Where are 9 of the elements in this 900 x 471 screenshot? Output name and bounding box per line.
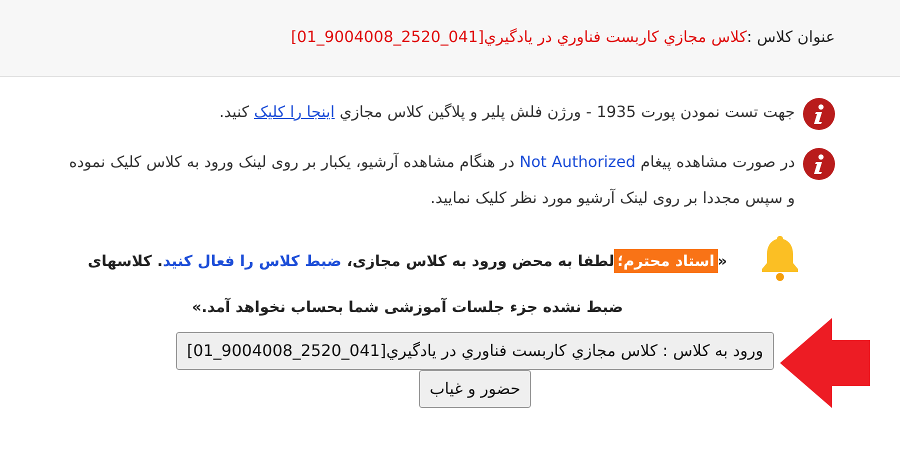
notice-text: جهت تست نمودن پورت 1935 - ورژن فلش پلیر و پلاگین کلاس مجازي اینجا را کلیک کنید. — [219, 102, 795, 123]
attendance-button[interactable]: حضور و غیاب — [418, 370, 532, 408]
arrow-icon — [780, 318, 870, 408]
enter-class-button[interactable]: ورود به کلاس : کلاس مجازي کاربست فناوري در يادگيري[041_2520_9004008_01] — [176, 332, 774, 370]
class-title: عنوان کلاس :کلاس مجازي کاربست فناوري در يادگيري[041_2520_9004008_01] — [290, 27, 835, 48]
info-icon — [803, 148, 835, 180]
alert-text: « استاد محترم؛ لطفا به محض ورود به کلاس مجازی، ضبط کلاس را فعال کنید. کلاسهای ضبط نشده جزء جلسات آموزشی شما بحساب نخواهد آمد.» — [70, 238, 745, 330]
info-icon — [803, 98, 835, 130]
link[interactable]: اینجا را کلیک — [254, 103, 335, 121]
